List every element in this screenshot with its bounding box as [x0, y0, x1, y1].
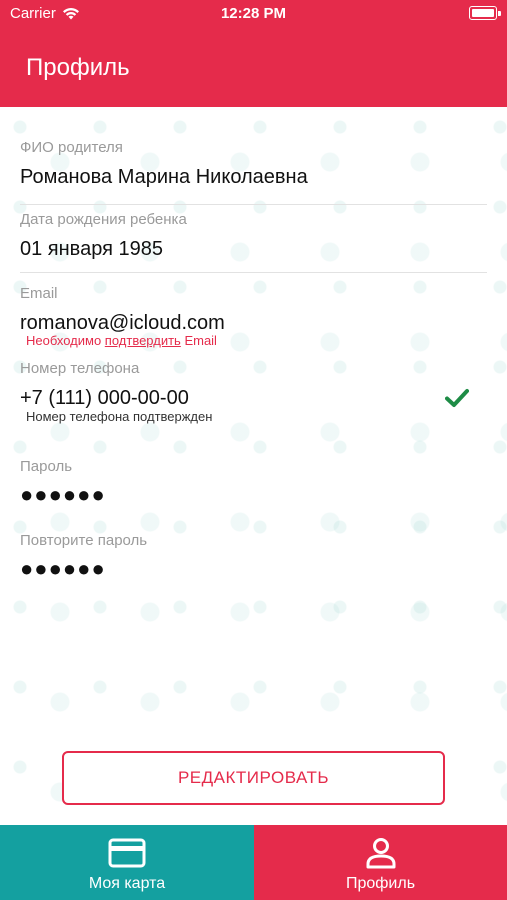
page-title: Профиль [26, 54, 130, 81]
person-icon [366, 838, 395, 869]
password-label: Пароль [20, 458, 73, 475]
confirm-email-link[interactable]: подтвердить [105, 333, 181, 348]
status-bar: Carrier 12:28 PM [0, 0, 507, 27]
battery-icon [469, 6, 501, 20]
navigation-bar: Профиль [0, 27, 507, 107]
password-repeat-label: Повторите пароль [20, 532, 148, 549]
tab-profile-label: Профиль [345, 875, 416, 892]
email-confirm-note: Необходимо подтвердить Email [26, 333, 217, 348]
tab-profile[interactable]: Профиль [254, 825, 507, 900]
tab-my-card-label: Моя карта [88, 875, 166, 892]
divider [20, 272, 487, 273]
edit-button[interactable]: РЕДАКТИРОВАТЬ [62, 751, 445, 805]
password-repeat-value[interactable]: ●●●●●● [20, 556, 106, 582]
email-note-prefix: Необходимо [26, 333, 105, 348]
phone-value[interactable]: +7 (111) 000-00-00 [20, 387, 189, 410]
status-time: 12:28 PM [220, 5, 287, 22]
phone-label: Номер телефона [20, 360, 140, 377]
phone-verified-note: Номер телефона подтвержден [26, 409, 213, 424]
email-label: Email [20, 285, 58, 302]
parent-name-value[interactable]: Романова Марина Николаевна [20, 166, 308, 189]
tab-my-card[interactable]: Моя карта [0, 825, 254, 900]
email-note-suffix: Email [180, 333, 217, 348]
tab-bar: Моя карта Профиль [0, 825, 507, 900]
parent-name-label: ФИО родителя [20, 139, 123, 156]
child-birthdate-label: Дата рождения ребенка [20, 211, 187, 228]
email-value[interactable]: romanova@icloud.com [20, 312, 225, 335]
checkmark-icon [445, 389, 469, 407]
divider [20, 204, 487, 205]
password-value[interactable]: ●●●●●● [20, 482, 106, 508]
child-birthdate-value[interactable]: 01 января 1985 [20, 238, 163, 261]
card-icon [108, 838, 146, 868]
